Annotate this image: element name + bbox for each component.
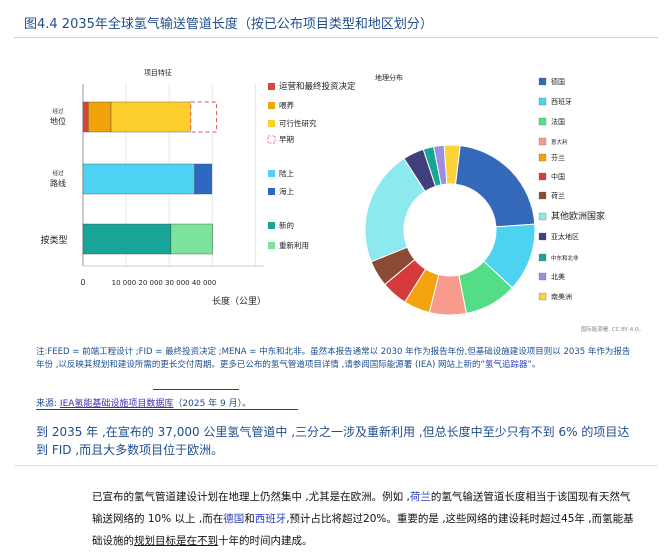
pie-legend-label-10: 北美 <box>551 272 565 281</box>
pie-legend-swatch-3 <box>538 137 547 146</box>
bar-segment-0-1 <box>87 101 112 133</box>
bar-legend-label-6: 新的 <box>279 220 294 230</box>
bar-legend-swatch-3 <box>267 135 276 144</box>
separator <box>14 465 658 466</box>
group-label-2: 按类型 <box>40 234 67 246</box>
source-suffix: （2025 年 9 月）。 <box>173 399 252 409</box>
pie-legend-label-3: 意大利 <box>551 138 568 146</box>
pie-legend-label-7: 其他欧洲国家 <box>551 210 605 222</box>
bar-legend-label-0: 运营和最终投资决定 <box>279 81 356 92</box>
x-tick-label-0: 0 <box>81 278 86 287</box>
spain-link[interactable]: 西班牙 <box>255 513 287 525</box>
body-underlined: 规划目标是在不到 <box>134 535 218 547</box>
group-label-prefix-0: 经过 <box>52 107 64 115</box>
bar-legend-swatch-5 <box>268 188 275 195</box>
key-finding: 到 2035 年 ,在宣布的 37,000 公里氢气管道中 ,三分之一涉及重新利… <box>36 425 630 457</box>
bar-legend-swatch-6 <box>268 222 275 229</box>
pie-legend-swatch-11 <box>538 292 547 301</box>
group-label-1: 路线 <box>50 178 66 188</box>
pie-legend-label-11: 南美洲 <box>551 292 572 301</box>
pie-legend-label-1: 西班牙 <box>551 97 572 106</box>
pie-legend-label-2: 法国 <box>551 117 565 126</box>
bar-legend-label-5: 海上 <box>279 186 294 196</box>
bar-legend-label-4: 陆上 <box>279 168 294 178</box>
pie-legend-swatch-8 <box>538 232 547 241</box>
bar-legend-swatch-7 <box>268 242 275 249</box>
bar-legend-swatch-0 <box>268 83 275 90</box>
pie-legend-swatch-1 <box>538 97 547 106</box>
chart-svg: 项目特征 0 10 000 20 000 30 000 40 000 长度（公里） 经过… <box>40 68 644 333</box>
bar-segment-0-3 <box>190 101 218 133</box>
bar-legend-swatch-4 <box>268 170 275 177</box>
pie-legend-label-8: 亚太地区 <box>551 232 579 241</box>
pie-panel-title: 地理分布 <box>375 73 403 82</box>
bar-segment-2-0 <box>82 223 172 255</box>
bar-segment-1-1 <box>194 163 213 195</box>
source-rule-top <box>153 389 239 390</box>
pie-legend-swatch-2 <box>538 117 547 126</box>
pie-legend-label-0: 德国 <box>551 77 565 86</box>
pie-legend-swatch-7 <box>538 212 547 221</box>
pie-legend-swatch-4 <box>538 153 547 162</box>
body-part-1: 已宣布的氢气管道建设计划在地理上仍然集中 ,尤其是在欧洲。例如 , <box>92 491 410 503</box>
pie-legend-swatch-5 <box>538 172 547 181</box>
donut-slice-0 <box>454 145 536 228</box>
body-paragraph: 已宣布的氢气管道建设计划在地理上仍然集中 ,尤其是在欧洲。例如 ,荷兰的氢气输送… <box>92 486 640 552</box>
pie-legend-swatch-9 <box>538 253 547 262</box>
bar-legend-swatch-1 <box>268 102 275 109</box>
chart-panel: 项目特征 0 10 000 20 000 30 000 40 000 长度（公里） 经过… <box>14 38 658 340</box>
chart-credit: 国际能源署. CC BY 4.0。 <box>581 325 644 333</box>
netherlands-link[interactable]: 荷兰 <box>410 491 431 503</box>
bar-legend-label-7: 重新利用 <box>279 240 309 250</box>
pie-legend-label-4: 芬兰 <box>551 153 565 162</box>
pie-legend-swatch-10 <box>538 272 547 281</box>
body-and: 和 <box>244 513 255 525</box>
note-end: 。 <box>531 360 541 370</box>
chart-note: 注:FEED = 前端工程设计 ;FID = 最终投资决定 ;MENA = 中东… <box>36 346 636 372</box>
germany-link[interactable]: 德国 <box>223 513 244 525</box>
source-rule-bottom <box>36 409 298 410</box>
bar-segment-2-1 <box>170 223 213 255</box>
bar-panel-title: 项目特征 <box>144 68 172 77</box>
body-part-4: 十年的时间内建成。 <box>218 535 313 547</box>
x-axis-label: 长度（公里） <box>212 295 266 307</box>
bar-segment-0-0 <box>82 101 89 133</box>
bar-legend-label-3: 早期 <box>279 135 294 144</box>
pie-legend-label-9: 中东和北非 <box>551 254 579 262</box>
bar-segment-0-2 <box>110 101 191 133</box>
group-label-0: 地位 <box>50 116 66 126</box>
note-text: 注:FEED = 前端工程设计 ;FID = 最终投资决定 ;MENA = 中东… <box>36 347 631 370</box>
bar-legend-swatch-2 <box>268 120 275 127</box>
pie-legend-swatch-6 <box>538 191 547 200</box>
pie-legend-label-5: 中国 <box>551 172 565 181</box>
pie-legend-swatch-0 <box>538 77 547 86</box>
bar-segment-1-0 <box>82 163 195 195</box>
figure-title: 图4.4 2035年全球氢气输送管道长度（按已公布项目类型和地区划分） <box>24 17 433 32</box>
source-line: 来源: IEA氢能基础设施项目数据库（2025 年 9 月）。 <box>36 396 251 409</box>
bar-legend-label-2: 可行性研究 <box>279 118 317 128</box>
hydrogen-tracker-link[interactable]: “氢气追踪器” <box>481 360 532 370</box>
x-tick-labels: 10 000 20 000 30 000 40 000 <box>112 279 217 287</box>
group-label-prefix-1: 经过 <box>52 169 64 177</box>
source-prefix: 来源: <box>36 399 58 409</box>
pie-legend-label-6: 荷兰 <box>551 191 565 200</box>
bar-legend-label-1: 喂养 <box>279 100 294 110</box>
source-database-link[interactable]: IEA氢能基础设施项目数据库 <box>60 399 174 409</box>
